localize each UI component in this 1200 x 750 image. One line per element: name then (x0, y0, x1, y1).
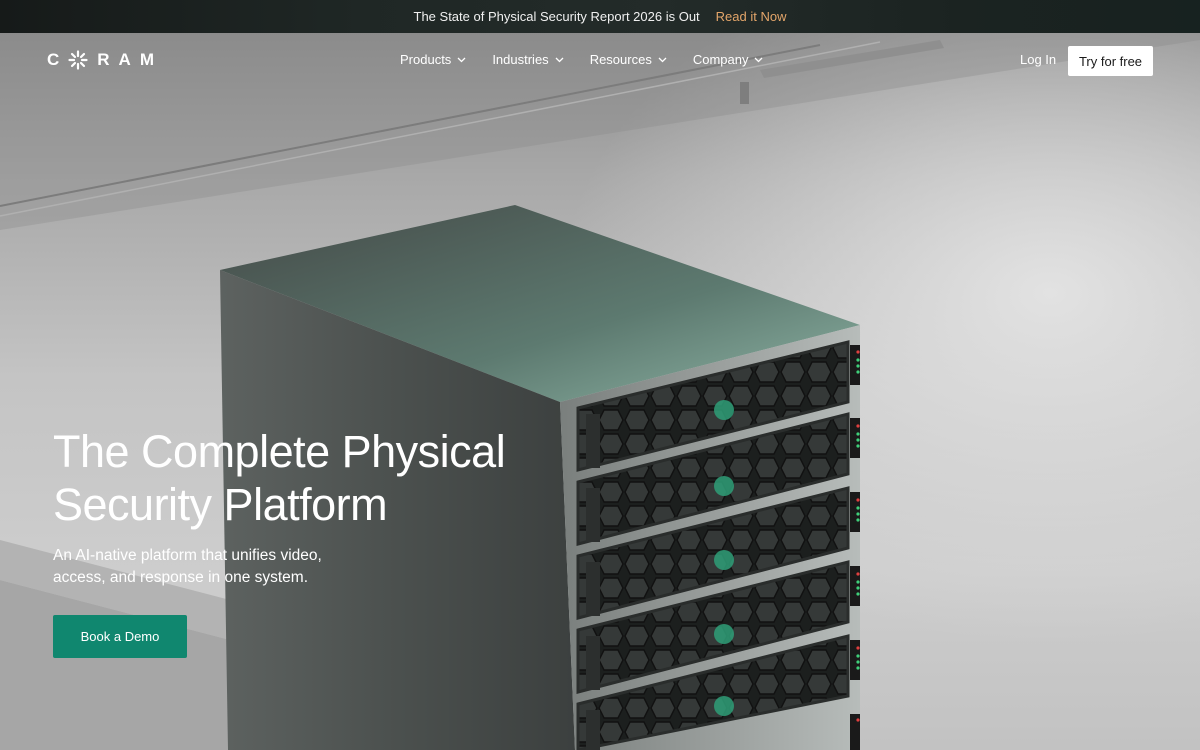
hero-title-line1: The Complete Physical (53, 426, 506, 477)
chevron-down-icon (658, 57, 667, 62)
login-link[interactable]: Log In (1020, 52, 1056, 67)
logo-burst-icon (68, 50, 88, 70)
nav-item-label: Industries (492, 52, 549, 67)
announcement-message: The State of Physical Security Report 20… (413, 9, 700, 24)
logo-wordmark: RAM (97, 50, 163, 69)
try-for-free-button[interactable]: Try for free (1068, 46, 1153, 76)
hero-title-line2: Security Platform (53, 479, 388, 530)
nav-item-label: Company (692, 52, 749, 67)
nav-item-label: Products (400, 52, 452, 67)
main-menu: Products Industries Resources Company (400, 52, 763, 67)
nav-item-company[interactable]: Company (693, 52, 764, 67)
announcement-link[interactable]: Read it Now (716, 9, 787, 24)
top-navigation: C RAM Products Industries Resources Comp… (0, 33, 1200, 89)
brand-logo[interactable]: C RAM (47, 50, 163, 70)
hero-copy: The Complete Physical Security Platform … (53, 425, 533, 658)
chevron-down-icon (755, 57, 763, 62)
book-demo-button[interactable]: Book a Demo (53, 615, 187, 658)
chevron-down-icon (555, 57, 564, 62)
hero-subtitle: An AI-native platform that unifies video… (53, 547, 322, 586)
nav-item-industries[interactable]: Industries (492, 52, 564, 67)
nav-item-products[interactable]: Products (400, 52, 466, 67)
chevron-down-icon (457, 57, 466, 62)
hero-title: The Complete Physical Security Platform (53, 425, 533, 531)
nav-item-label: Resources (589, 52, 652, 67)
announcement-bar: The State of Physical Security Report 20… (0, 0, 1200, 33)
nav-item-resources[interactable]: Resources (590, 52, 667, 67)
logo-letter-c: C (47, 50, 60, 69)
